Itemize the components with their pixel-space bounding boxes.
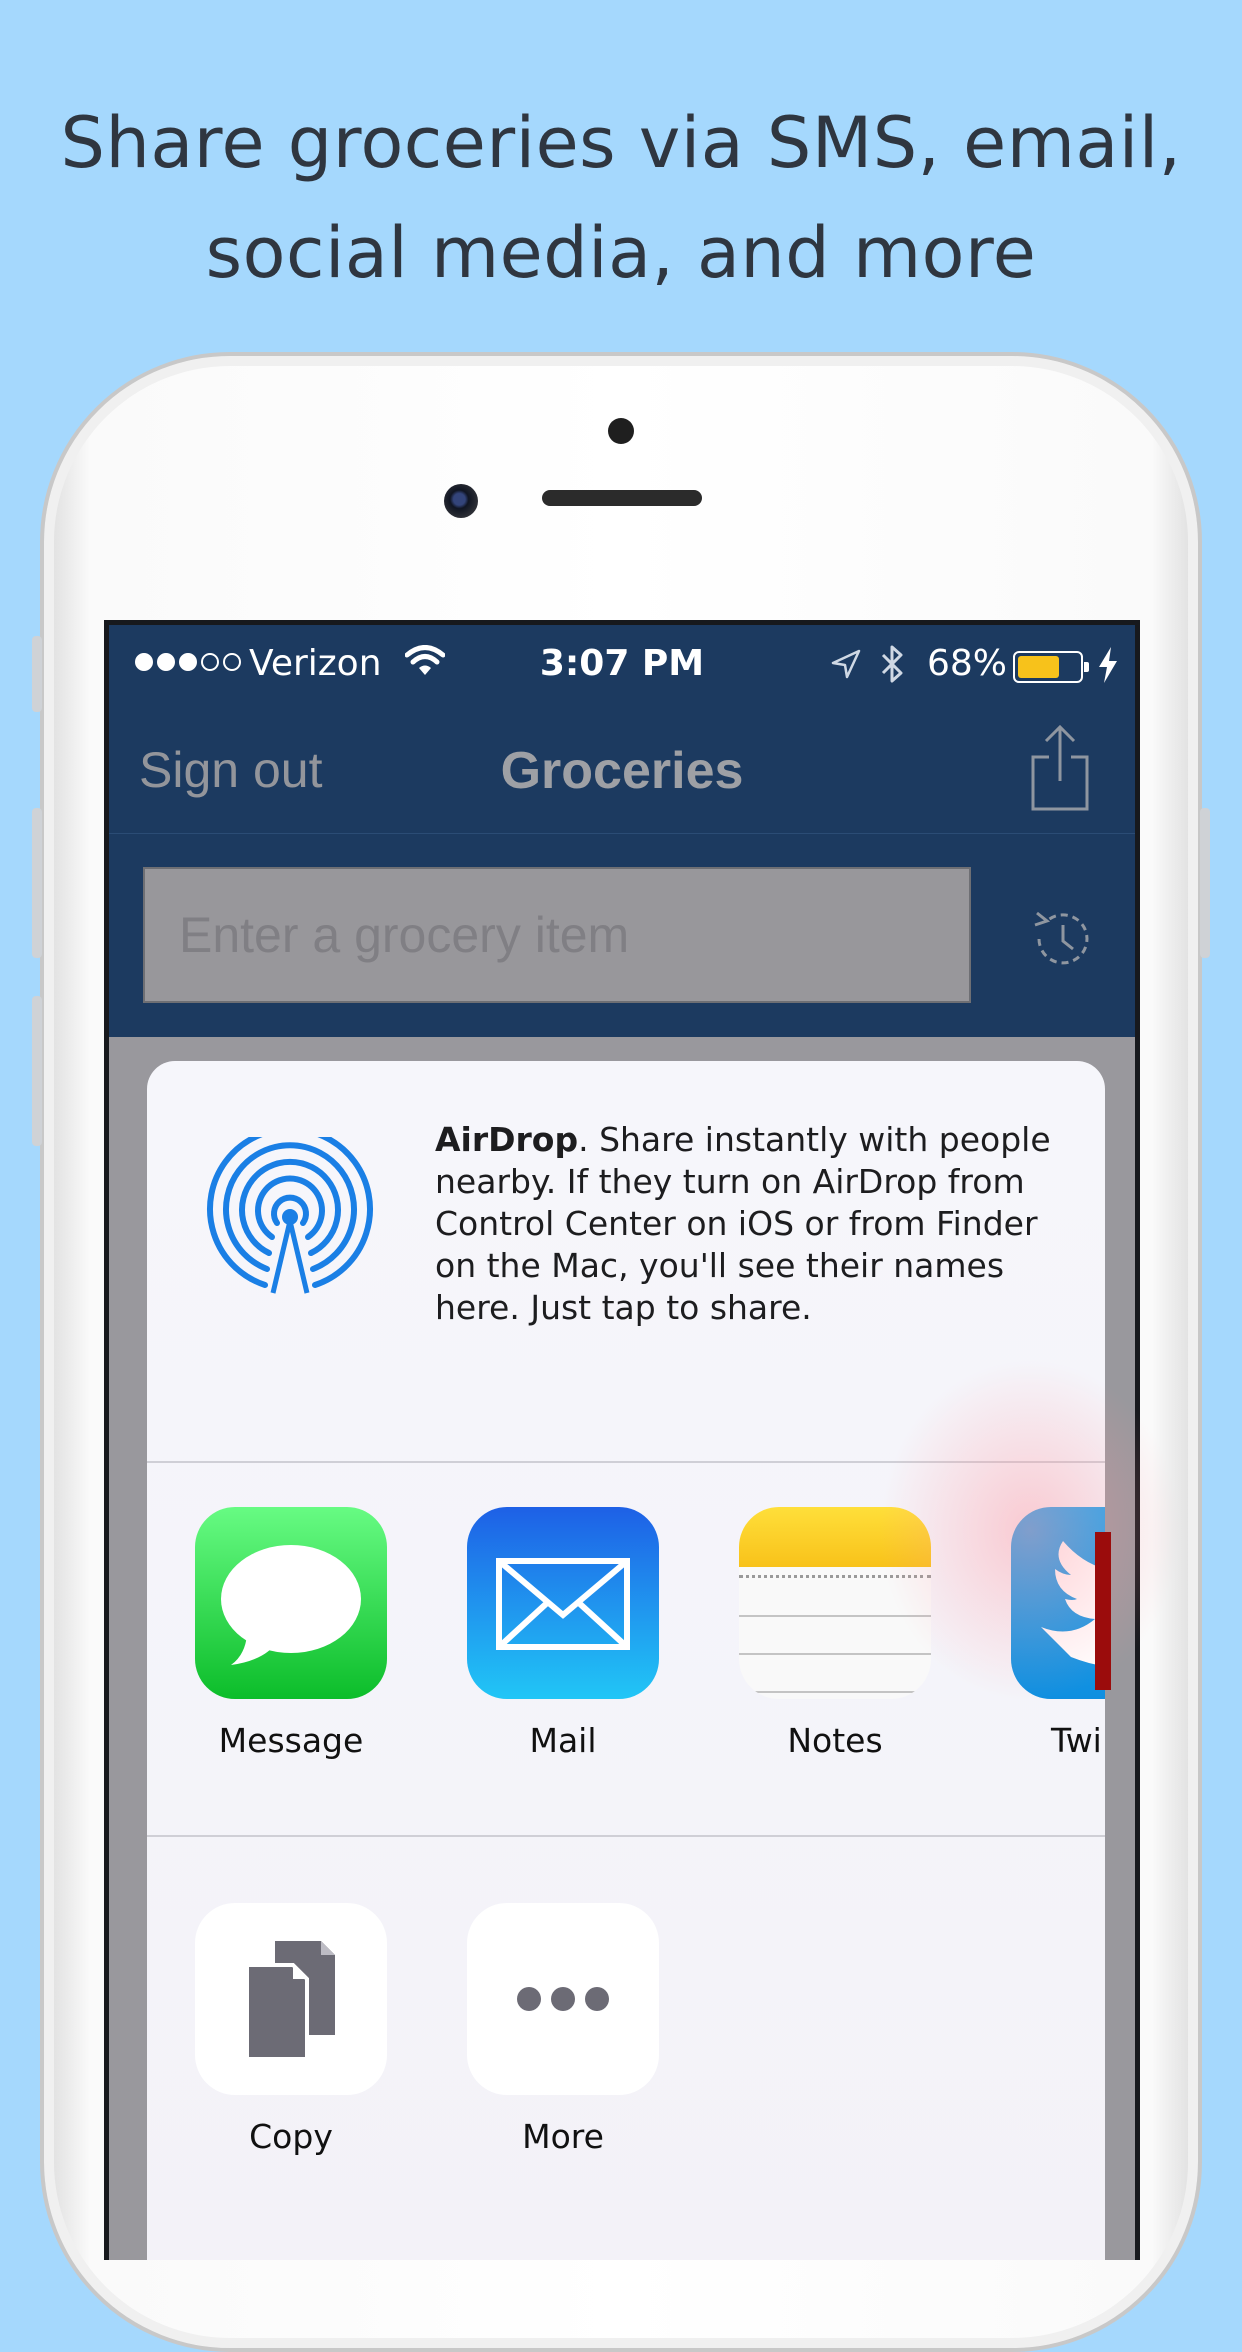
battery-icon [1013, 651, 1089, 683]
message-icon [195, 1507, 387, 1699]
phone-volume-up [32, 808, 42, 958]
share-app-mail[interactable]: Mail [467, 1507, 659, 1760]
front-camera [444, 484, 478, 518]
battery-percentage: 68% [927, 643, 1008, 684]
more-action[interactable]: More [467, 1903, 659, 2156]
earpiece-speaker [542, 490, 702, 506]
app-edge-sliver [1095, 1532, 1111, 1690]
status-bar: Verizon 3:07 PM 68% [109, 625, 1135, 705]
share-app-label: Mail [529, 1721, 597, 1760]
phone-power-button [1200, 808, 1210, 958]
page-title: Groceries [500, 742, 744, 800]
copy-action[interactable]: Copy [195, 1903, 387, 2156]
share-app-label: Notes [787, 1721, 883, 1760]
more-icon [467, 1903, 659, 2095]
headline-line-2: social media, and more [205, 212, 1037, 294]
share-app-label: Message [218, 1721, 364, 1760]
headline-line-1: Share groceries via SMS, email, [60, 102, 1182, 184]
more-label: More [522, 2117, 604, 2156]
touch-highlight [880, 1360, 1180, 1700]
search-row [109, 833, 1135, 1037]
phone-side-button [32, 636, 42, 712]
bluetooth-icon [879, 643, 907, 694]
airdrop-icon [205, 1126, 375, 1301]
app-header: Verizon 3:07 PM 68% Sign out Groceries E… [109, 625, 1135, 1037]
headline: Share groceries via SMS, email, social m… [0, 88, 1242, 308]
airdrop-title: AirDrop [435, 1120, 579, 1159]
share-actions-row: Copy More [147, 1837, 1105, 2260]
charging-icon [1097, 645, 1119, 694]
mail-icon [467, 1507, 659, 1699]
share-app-message[interactable]: Message [195, 1507, 387, 1760]
copy-icon [195, 1903, 387, 2095]
phone-volume-down [32, 996, 42, 1146]
proximity-sensor [608, 418, 634, 444]
copy-label: Copy [249, 2117, 333, 2156]
nav-bar: Sign out Groceries [109, 705, 1135, 834]
history-icon[interactable] [1027, 903, 1099, 979]
airdrop-description: AirDrop. Share instantly with people nea… [435, 1119, 1075, 1329]
share-button[interactable] [1027, 723, 1093, 817]
location-icon [829, 647, 863, 690]
share-app-label: Twi [1051, 1721, 1102, 1760]
grocery-item-input[interactable] [143, 867, 971, 1003]
